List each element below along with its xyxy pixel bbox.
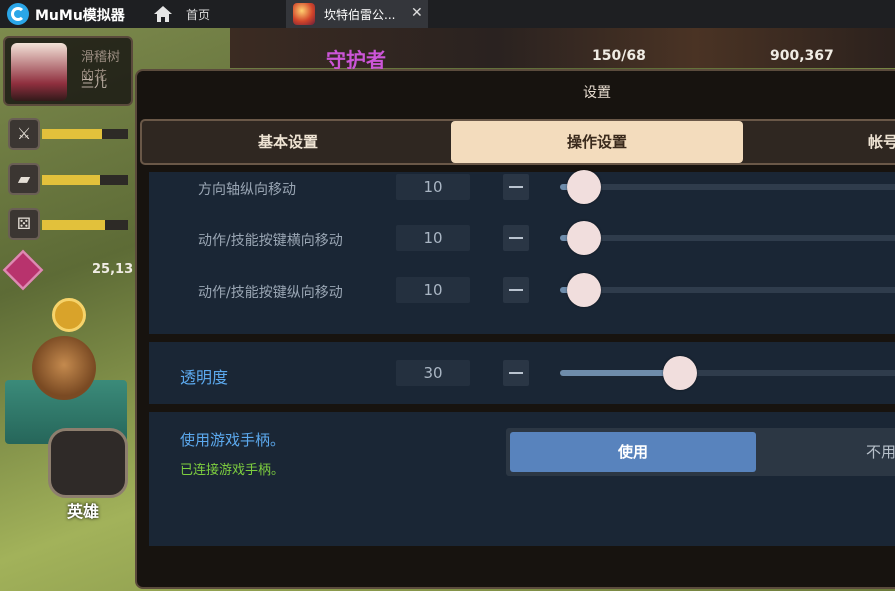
- slider-track[interactable]: [560, 235, 895, 241]
- settings-title: 设置: [583, 85, 611, 101]
- slider-label: 方向轴纵向移动: [198, 182, 296, 198]
- bear-sprite: [32, 336, 96, 400]
- slider-value-input[interactable]: 10: [396, 225, 470, 251]
- minus-button[interactable]: [503, 277, 529, 303]
- opacity-value-input[interactable]: 30: [396, 360, 470, 386]
- title-bar: MuMu模拟器 首页 坎特伯雷公... ✕: [0, 0, 895, 28]
- tab-operation-settings[interactable]: 操作设置: [451, 121, 743, 163]
- close-tab-icon[interactable]: ✕: [411, 5, 423, 21]
- fork-knife-icon: ⚔: [8, 118, 40, 150]
- mumu-logo-icon: [7, 3, 29, 25]
- gold-counter: 900,367: [770, 48, 834, 64]
- energy-counter: 150/68: [592, 48, 646, 64]
- stat-bar: [42, 129, 128, 139]
- hero-icon[interactable]: [48, 428, 128, 498]
- slider-track[interactable]: [560, 287, 895, 293]
- emulator-window: MuMu模拟器 首页 坎特伯雷公... ✕ 守护者 150/68 900,367…: [0, 0, 895, 591]
- opacity-label: 透明度: [180, 368, 229, 387]
- slider-thumb[interactable]: [567, 273, 601, 307]
- dice-icon: ⚄: [8, 208, 40, 240]
- game-tab-label: 坎特伯雷公...: [324, 8, 396, 22]
- gamepad-off-button[interactable]: 不用: [866, 432, 895, 472]
- game-app-icon: [293, 3, 315, 25]
- player-profile[interactable]: 滑稽树的花 兰儿: [3, 36, 133, 106]
- opacity-slider-thumb[interactable]: [663, 356, 697, 390]
- game-tab[interactable]: 坎特伯雷公... ✕: [286, 0, 428, 28]
- gamepad-use-button[interactable]: 使用: [510, 432, 756, 472]
- minus-icon: [509, 186, 523, 188]
- home-icon[interactable]: [153, 4, 173, 24]
- slider-thumb[interactable]: [567, 170, 601, 204]
- slider-thumb[interactable]: [567, 221, 601, 255]
- minus-button[interactable]: [503, 174, 529, 200]
- slider-value-input[interactable]: 10: [396, 277, 470, 303]
- slider-fill: [560, 370, 680, 376]
- stat-bar: [42, 220, 128, 230]
- tab-basic-settings[interactable]: 基本设置: [142, 121, 434, 163]
- minus-icon: [509, 289, 523, 291]
- slider-label: 动作/技能按键横向移动: [198, 233, 343, 249]
- slider-label: 动作/技能按键纵向移动: [198, 285, 343, 301]
- minus-icon: [509, 237, 523, 239]
- coin-icon: [52, 298, 86, 332]
- home-tab-label[interactable]: 首页: [186, 6, 210, 23]
- tab-account[interactable]: 帐号: [868, 121, 895, 163]
- opacity-minus-button[interactable]: [503, 360, 529, 386]
- profile-name: 兰儿: [81, 76, 108, 91]
- minus-icon: [509, 372, 523, 374]
- gamepad-status: 已连接游戏手柄。: [180, 463, 285, 478]
- opacity-slider-track[interactable]: [560, 370, 895, 376]
- slider-track[interactable]: [560, 184, 895, 190]
- app-name: MuMu模拟器: [35, 8, 125, 24]
- slider-value-input[interactable]: 10: [396, 174, 470, 200]
- hero-label: 英雄: [67, 502, 100, 521]
- avatar: [11, 43, 67, 101]
- stat-bar: [42, 175, 128, 185]
- minus-button[interactable]: [503, 225, 529, 251]
- gamepad-label: 使用游戏手柄。: [180, 431, 286, 449]
- gem-counter: 25,13: [92, 262, 134, 277]
- cup-icon: ▰: [8, 163, 40, 195]
